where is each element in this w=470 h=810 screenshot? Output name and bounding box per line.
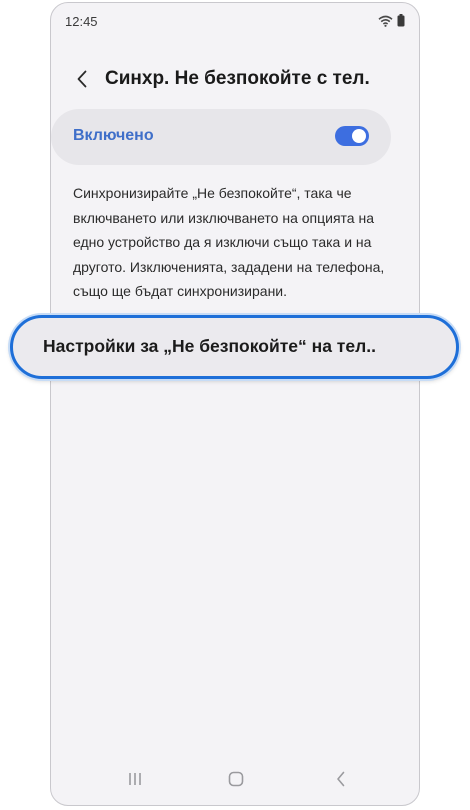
header: Синхр. Не безпокойте с тел. — [51, 58, 419, 102]
wifi-icon — [378, 14, 393, 32]
recent-apps-icon — [129, 773, 141, 785]
status-bar: 12:45 — [51, 3, 419, 39]
description-text: Синхронизирайте „Не безпокойте“, така че… — [73, 185, 385, 299]
navigation-bar — [51, 753, 419, 805]
sync-toggle-row[interactable]: Включено — [51, 109, 391, 165]
dnd-settings-callout[interactable]: Настройки за „Не безпокойте“ на тел.. — [10, 315, 459, 379]
status-icons — [378, 14, 405, 32]
callout-label: Настройки за „Не безпокойте“ на тел.. — [43, 336, 376, 356]
chevron-left-icon — [77, 70, 87, 88]
page-title: Синхр. Не безпокойте с тел. — [105, 68, 370, 89]
switch-knob — [352, 129, 366, 143]
phone-screen: 12:45 Синхр. Не безпокойте с тел. Включе… — [50, 2, 420, 806]
recent-apps-button[interactable] — [123, 769, 147, 789]
status-time: 12:45 — [65, 14, 98, 29]
toggle-switch[interactable] — [335, 126, 369, 146]
back-icon — [337, 771, 345, 787]
battery-icon — [397, 14, 405, 32]
home-button[interactable] — [224, 769, 248, 789]
nav-back-button[interactable] — [329, 769, 353, 789]
toggle-label: Включено — [73, 127, 154, 144]
back-button[interactable] — [69, 66, 95, 92]
home-icon — [228, 771, 244, 787]
